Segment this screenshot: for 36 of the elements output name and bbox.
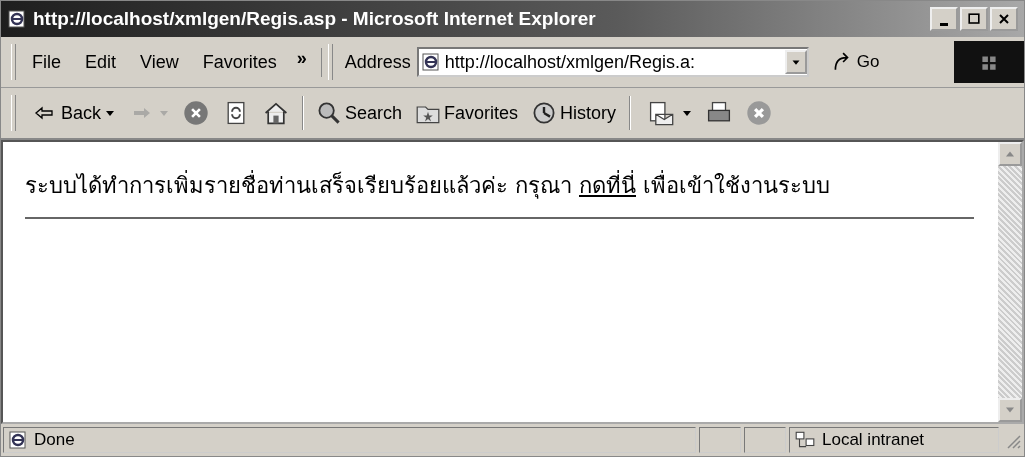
maximize-button[interactable] <box>960 7 988 31</box>
window-icon <box>7 9 27 29</box>
status-pane <box>744 427 786 453</box>
dropdown-button[interactable] <box>784 50 807 74</box>
status-pane <box>699 427 741 453</box>
menu-item[interactable]: Edit <box>75 47 127 77</box>
caret-icon <box>105 109 116 117</box>
window-title: http://localhost/xmlgen/Regis.asp - Microsoft Internet Explorer <box>33 8 597 30</box>
caret-icon <box>159 109 170 117</box>
caret-icon <box>682 109 693 117</box>
go-button[interactable]: Go <box>808 51 902 73</box>
menu-item[interactable]: Favorites <box>192 47 287 77</box>
history-button[interactable]: History <box>525 97 624 129</box>
address-label: Address <box>343 51 412 73</box>
security-zone: Local intranet <box>822 430 925 450</box>
x-circle-icon <box>746 100 773 126</box>
status-text: Done <box>34 430 75 450</box>
stop-icon <box>183 100 210 126</box>
menu-item[interactable]: File <box>22 47 71 77</box>
browser-page-icon <box>420 52 441 72</box>
more-button[interactable]: » <box>290 47 313 77</box>
home-icon <box>263 100 290 126</box>
menu-item[interactable]: View <box>130 47 189 77</box>
magnifier-icon <box>317 101 342 125</box>
favorites-button[interactable]: Favorites <box>409 97 526 129</box>
scrollbar[interactable] <box>998 142 1022 422</box>
minimize-icon <box>940 22 948 26</box>
confirmation-message: ระบบได้ทำการเพิ่มรายชื่อท่านเสร็จเรียบร้อยแล้วค่ะ กรุณา กดที่นี่ เพื่อเข้าใช้งานระบบ <box>25 168 974 203</box>
maximize-icon <box>966 11 982 27</box>
address-field[interactable]: http://localhost/xmlgen/Regis.a: <box>416 47 809 77</box>
minimize-button[interactable] <box>930 7 958 31</box>
back-button[interactable]: Back <box>24 98 123 128</box>
search-button[interactable]: Search <box>310 97 410 129</box>
page-icon <box>8 430 28 450</box>
clock-icon <box>532 101 557 125</box>
close-button[interactable] <box>990 7 1018 31</box>
